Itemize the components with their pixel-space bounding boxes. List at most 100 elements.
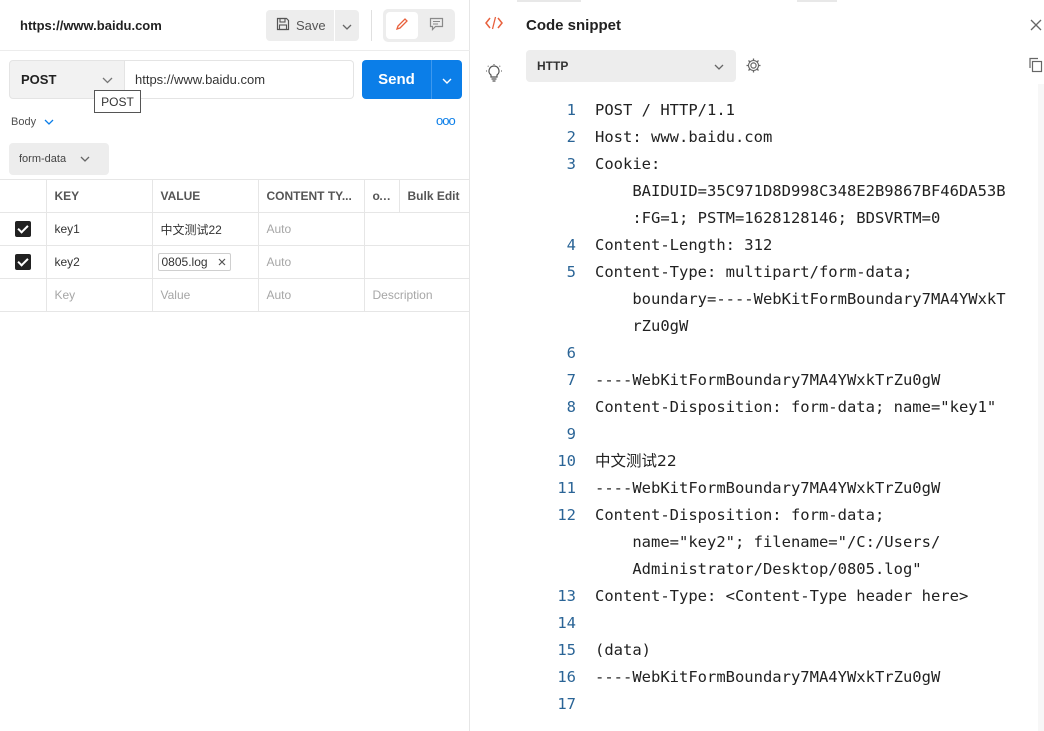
code-line: rZu0gW (527, 313, 1035, 340)
value-column-header: VALUE (152, 179, 259, 213)
method-value: POST (21, 72, 57, 87)
line-text: POST / HTTP/1.1 (595, 101, 735, 119)
chevron-down-icon (342, 19, 352, 33)
bulk-edit-button[interactable]: Bulk Edit (399, 179, 470, 213)
row-checkbox[interactable] (14, 221, 31, 237)
table-row: key2 0805.log Auto (0, 245, 470, 279)
code-line: 14 (527, 610, 1035, 637)
line-text (576, 421, 595, 448)
save-options-button[interactable] (335, 10, 359, 41)
code-line: name="key2"; filename="/C:/Users/ (527, 529, 1035, 556)
line-text: Content-Disposition: form-data; (595, 506, 885, 524)
url-input[interactable] (125, 60, 354, 99)
key-placeholder[interactable]: Key (46, 278, 153, 312)
body-mode-select[interactable]: form-data (9, 143, 109, 175)
code-line: boundary=----WebKitFormBoundary7MA4YWxkT (527, 286, 1035, 313)
line-text: BAIDUID=35C971D8D998C348E2B9867BF46DA53B (595, 182, 1006, 200)
code-line: BAIDUID=35C971D8D998C348E2B9867BF46DA53B (527, 178, 1035, 205)
pencil-icon (395, 17, 409, 34)
content-type-cell[interactable]: Auto (258, 212, 365, 246)
line-text: 中文测试22 (595, 452, 677, 470)
right-sidebar (471, 0, 517, 731)
description-cell[interactable] (364, 212, 470, 246)
description-placeholder[interactable]: Description (364, 278, 470, 312)
column-options-button[interactable]: ooo (364, 179, 400, 213)
copy-icon[interactable] (1028, 57, 1043, 76)
line-number: 13 (557, 587, 576, 605)
line-text: ----WebKitFormBoundary7MA4YWxkTrZu0gW (595, 479, 941, 497)
file-chip: 0805.log (157, 253, 231, 271)
send-button[interactable]: Send (362, 60, 431, 99)
description-cell[interactable] (364, 245, 470, 279)
scrollbar[interactable] (1038, 84, 1044, 731)
line-number (527, 286, 576, 313)
row-checkbox[interactable] (14, 254, 31, 270)
line-text: name="key2"; filename="/C:/Users/ (595, 533, 941, 551)
line-number: 2 (566, 128, 576, 146)
line-number (527, 556, 576, 583)
save-button[interactable]: Save (266, 10, 334, 41)
line-text: boundary=----WebKitFormBoundary7MA4YWxkT (595, 290, 1006, 308)
close-icon[interactable] (1030, 19, 1042, 34)
code-line: 6 (527, 340, 1035, 367)
code-line: Administrator/Desktop/0805.log" (527, 556, 1035, 583)
line-number: 17 (557, 695, 576, 713)
line-text: (data) (595, 641, 651, 659)
lightbulb-icon[interactable] (486, 64, 502, 85)
table-row-placeholder: Key Value Auto Description (0, 278, 470, 312)
gear-icon[interactable] (745, 57, 762, 77)
save-label: Save (296, 18, 326, 33)
request-header: https://www.baidu.com Save (0, 0, 470, 51)
line-number (527, 529, 576, 556)
send-options-button[interactable] (431, 60, 462, 99)
line-text: :FG=1; PSTM=1628128146; BDSVRTM=0 (595, 209, 941, 227)
line-number: 5 (566, 263, 576, 281)
line-number: 8 (566, 398, 576, 416)
line-text: Content-Type: <Content-Type header here> (595, 587, 969, 605)
language-select[interactable]: HTTP (526, 50, 736, 82)
row-checkbox-cell (0, 212, 47, 246)
comment-mode-button[interactable] (420, 12, 452, 39)
code-line: 4 Content-Length: 312 (527, 232, 1035, 259)
body-tab[interactable]: Body (11, 116, 54, 128)
code-line: 8 Content-Disposition: form-data; name="k… (527, 394, 1035, 421)
more-options-icon[interactable]: ooo (436, 113, 456, 128)
body-mode-label: form-data (19, 153, 67, 165)
value-placeholder[interactable]: Value (152, 278, 259, 312)
line-number: 3 (566, 155, 576, 173)
line-number: 6 (566, 344, 576, 362)
line-text: Content-Type: multipart/form-data; (595, 263, 913, 281)
close-icon[interactable] (218, 255, 226, 269)
line-text: Content-Length: 312 (595, 236, 773, 254)
line-number: 12 (557, 506, 576, 524)
line-text: rZu0gW (595, 317, 689, 335)
save-icon (276, 17, 290, 34)
value-cell: 0805.log (152, 245, 259, 279)
line-text: ----WebKitFormBoundary7MA4YWxkTrZu0gW (595, 371, 941, 389)
line-number: 11 (557, 479, 576, 497)
line-number: 1 (566, 101, 576, 119)
value-cell[interactable]: 中文测试22 (152, 212, 259, 246)
body-tab-label: Body (11, 116, 37, 128)
code-line: 9 (527, 421, 1035, 448)
line-number: 16 (557, 668, 576, 686)
line-number: 7 (566, 371, 576, 389)
line-number (527, 205, 576, 232)
code-line: 13 Content-Type: <Content-Type header her… (527, 583, 1035, 610)
content-type-cell[interactable]: Auto (258, 245, 365, 279)
tab-indicator (517, 0, 581, 2)
code-icon[interactable] (485, 16, 503, 33)
chevron-down-icon (80, 153, 90, 165)
checkbox-column-header (0, 179, 47, 213)
line-text: ----WebKitFormBoundary7MA4YWxkTrZu0gW (595, 668, 941, 686)
tab-indicator (797, 0, 837, 2)
code-line: 15 (data) (527, 637, 1035, 664)
code-snippet-body: 1 POST / HTTP/1.1 2 Host: www.baidu.com 3 Coo… (527, 97, 1035, 718)
key-cell[interactable]: key1 (46, 212, 153, 246)
language-value: HTTP (537, 59, 569, 73)
content-type-placeholder[interactable]: Auto (258, 278, 365, 312)
code-line: 16 ----WebKitFormBoundary7MA4YWxkTrZu0gW (527, 664, 1035, 691)
snippet-title: Code snippet (526, 17, 622, 34)
edit-mode-button[interactable] (386, 12, 418, 39)
key-cell[interactable]: key2 (46, 245, 153, 279)
